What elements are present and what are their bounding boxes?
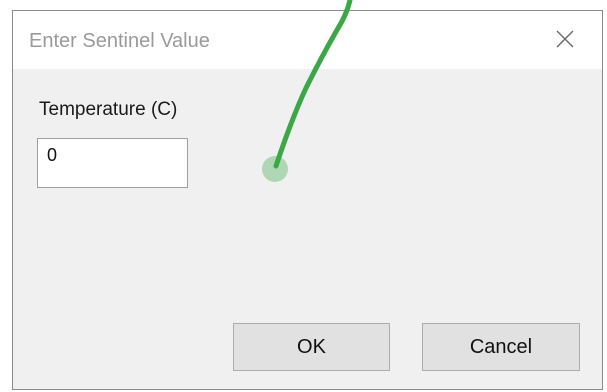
cancel-button[interactable]: Cancel <box>422 323 580 371</box>
dialog-titlebar: Enter Sentinel Value <box>13 11 602 69</box>
ok-button[interactable]: OK <box>233 323 390 371</box>
temperature-input[interactable] <box>37 138 188 188</box>
close-icon[interactable] <box>554 28 576 50</box>
temperature-label: Temperature (C) <box>39 99 178 120</box>
sentinel-dialog: Enter Sentinel Value Temperature (C) OK … <box>12 10 603 390</box>
dialog-title: Enter Sentinel Value <box>29 30 210 52</box>
